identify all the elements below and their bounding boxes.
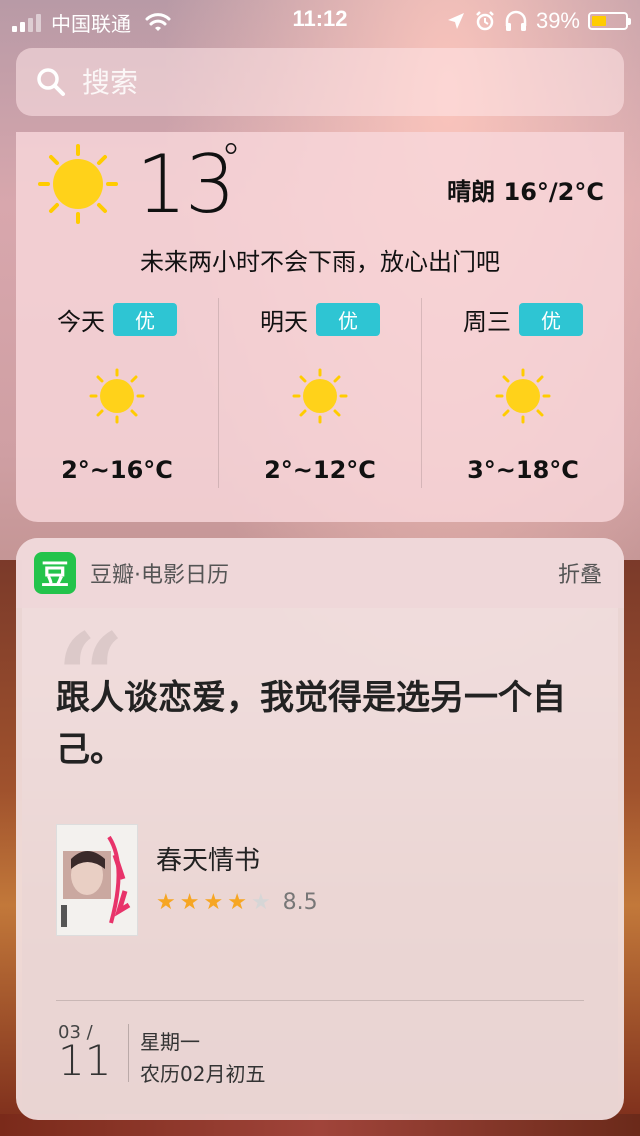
douban-logo: 豆 <box>34 552 76 594</box>
forecast-temperature-range: 2°~12°C <box>264 456 376 484</box>
daily-forecast: 今天 优 2°~16°C 明天 优 2°~12°C 周三 优 3°~18°C <box>16 298 624 488</box>
weekday: 星期一 <box>140 1030 200 1054</box>
search-input[interactable] <box>80 64 584 100</box>
forecast-day-label: 周三 <box>463 308 511 336</box>
sun-icon <box>495 368 551 424</box>
forecast-day: 今天 优 2°~16°C <box>16 298 218 488</box>
weather-condition: 晴朗 16°/2°C <box>447 178 604 206</box>
rain-forecast-tip: 未来两小时不会下雨，放心出门吧 <box>140 248 500 276</box>
air-quality-badge: 优 <box>113 303 177 336</box>
movie-quote: 跟人谈恋爱，我觉得是选另一个自己。 <box>56 678 566 770</box>
battery-fill <box>592 16 606 26</box>
star-icon: ★ <box>179 889 200 915</box>
poster-image <box>57 825 137 935</box>
forecast-header: 明天 优 <box>219 302 421 337</box>
sun-icon <box>89 368 145 424</box>
status-right: 39% <box>446 8 631 34</box>
search-bar[interactable] <box>16 48 624 116</box>
star-empty-icon: ★ <box>250 889 271 915</box>
sun-icon <box>38 144 118 224</box>
forecast-day-label: 今天 <box>57 308 105 336</box>
search-icon <box>37 68 65 96</box>
alarm-icon <box>476 11 494 31</box>
star-icon: ★ <box>227 889 247 915</box>
movie-rating: ★ ★ ★ ★ ★ 8.5 <box>156 890 318 915</box>
star-icon: ★ <box>203 889 224 915</box>
forecast-day: 明天 优 2°~12°C <box>218 298 421 488</box>
air-quality-badge: 优 <box>316 303 380 336</box>
degree-symbol: ° <box>221 136 241 182</box>
divider <box>56 1000 584 1001</box>
sun-icon <box>292 368 348 424</box>
date-separator <box>128 1024 129 1082</box>
forecast-header: 今天 优 <box>16 302 218 337</box>
location-icon <box>447 13 464 29</box>
forecast-day: 周三 优 3°~18°C <box>421 298 624 488</box>
forecast-temperature-range: 2°~16°C <box>61 456 173 484</box>
forecast-header: 周三 优 <box>422 302 624 337</box>
douban-movie-calendar-widget[interactable]: 豆 豆瓣·电影日历 折叠 “ 跟人谈恋爱，我觉得是选另一个自己。 春天情书 ★ … <box>16 538 624 1120</box>
star-icon: ★ <box>156 889 176 915</box>
rating-score: 8.5 <box>282 890 318 915</box>
battery-icon <box>588 12 631 30</box>
widget-title: 豆瓣·电影日历 <box>90 563 229 588</box>
lunar-date: 农历02月初五 <box>140 1062 266 1086</box>
current-temperature: 13 <box>136 138 236 231</box>
widget-header: 豆 豆瓣·电影日历 折叠 <box>16 538 624 608</box>
movie-poster[interactable] <box>56 824 138 936</box>
weather-widget[interactable]: 13 ° 晴朗 16°/2°C 未来两小时不会下雨，放心出门吧 今天 优 2°~… <box>16 132 624 522</box>
date-day: 11 <box>58 1036 112 1085</box>
battery-percent: 39% <box>535 8 580 33</box>
air-quality-badge: 优 <box>519 303 583 336</box>
headphones-icon <box>505 10 527 31</box>
forecast-day-label: 明天 <box>260 308 308 336</box>
movie-title[interactable]: 春天情书 <box>156 840 260 877</box>
status-bar: 中国联通 11:12 39% <box>0 0 640 40</box>
forecast-temperature-range: 3°~18°C <box>467 456 579 484</box>
collapse-button[interactable]: 折叠 <box>558 557 602 589</box>
